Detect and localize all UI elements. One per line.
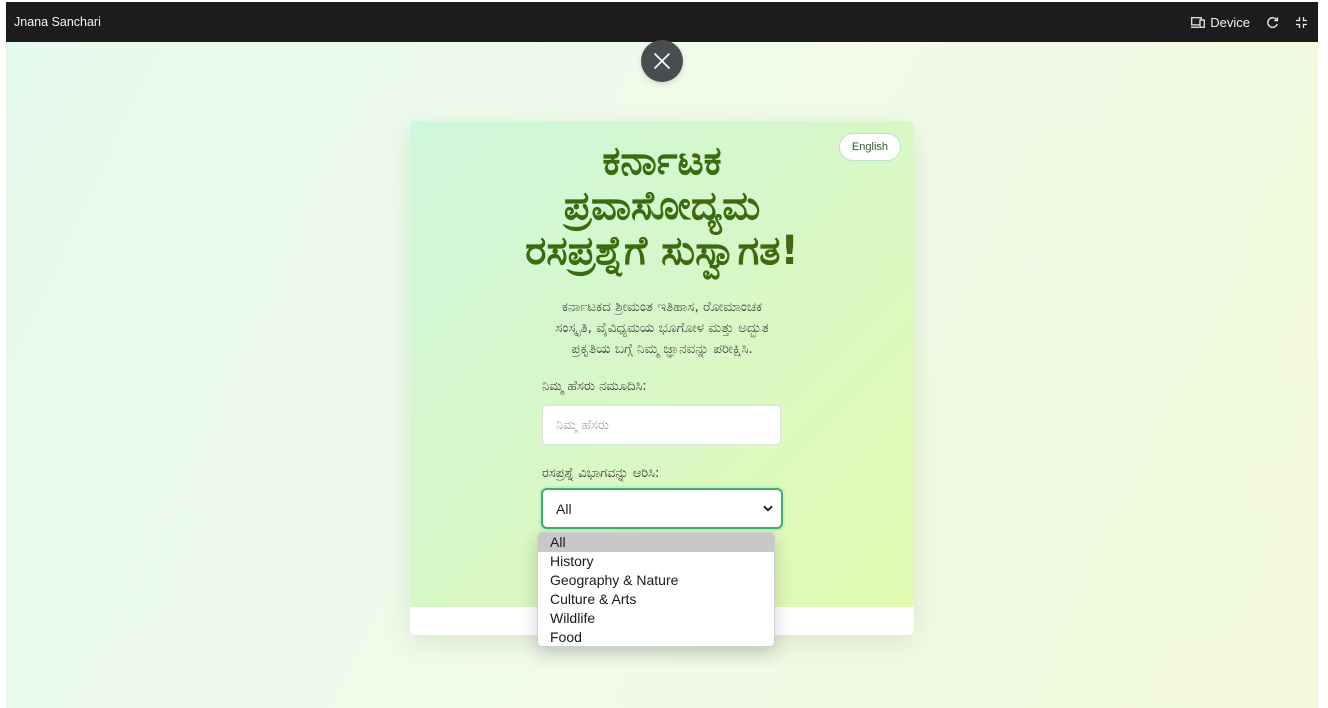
welcome-title-line: ಕರ್ನಾಟಕ [602, 138, 722, 184]
device-icon [1191, 16, 1206, 28]
close-icon [653, 52, 671, 70]
device-label: Device [1210, 14, 1250, 30]
welcome-title-line: ಪ್ರವಾಸೋದ್ಯಮ [563, 183, 761, 229]
category-dropdown-list: All History Geography & Nature Culture &… [537, 532, 775, 647]
welcome-subtitle: ಕರ್ನಾಟಕದ ಶ್ರೀಮಂತ ಇತಿಹಾಸ, ರೋಮಾಂಚಕ ಸಂಸ್ಕೃತ… [490, 297, 834, 360]
name-label: ನಿಮ್ಮ ಹೆಸರು ನಮೂದಿಸಿ: [542, 379, 647, 394]
dropdown-option-food[interactable]: Food [538, 628, 774, 646]
app-title: Jnana Sanchari [14, 15, 101, 29]
category-label: ರಸಪ್ರಶ್ನೆ ವಿಭಾಗವನ್ನು ಆರಿಸಿ: [542, 466, 660, 481]
dropdown-option-culture-arts[interactable]: Culture & Arts [538, 590, 774, 609]
category-select[interactable]: All [541, 488, 783, 529]
topbar-actions: Device [1191, 15, 1308, 30]
dropdown-option-geography-nature[interactable]: Geography & Nature [538, 571, 774, 590]
dropdown-option-all[interactable]: All [538, 533, 774, 552]
dropdown-option-history[interactable]: History [538, 552, 774, 571]
device-button[interactable]: Device [1191, 15, 1250, 30]
subtitle-line: ಪ್ರಕೃತಿಯ ಬಗ್ಗೆ ನಿಮ್ಮ ಜ್ಞಾನವನ್ನು ಪರೀಕ್ಷಿಸ… [571, 341, 753, 357]
fullscreen-icon[interactable] [1295, 16, 1308, 29]
name-input[interactable] [542, 405, 781, 445]
subtitle-line: ಕರ್ನಾಟಕದ ಶ್ರೀಮಂತ ಇತಿಹಾಸ, ರೋಮಾಂಚಕ [561, 299, 763, 315]
welcome-title-line: ರಸಪ್ರಶ್ನೆಗೆ ಸುಸ್ವಾಗತ! [525, 228, 799, 274]
top-bar: Jnana Sanchari Device [6, 2, 1318, 42]
chevron-down-icon [763, 505, 773, 512]
subtitle-line: ಸಂಸ್ಕೃತಿ, ವೈವಿಧ್ಯಮಯ ಭೂಗೋಳ ಮತ್ತು ಅದ್ಭುತ [555, 320, 769, 336]
refresh-icon[interactable] [1266, 16, 1279, 29]
welcome-title: ಕರ್ನಾಟಕ ಪ್ರವಾಸೋದ್ಯಮ ರಸಪ್ರಶ್ನೆಗೆ ಸುಸ್ವಾಗತ… [420, 139, 904, 274]
close-button[interactable] [641, 40, 683, 82]
category-selected-value: All [556, 500, 572, 517]
dropdown-option-wildlife[interactable]: Wildlife [538, 609, 774, 628]
